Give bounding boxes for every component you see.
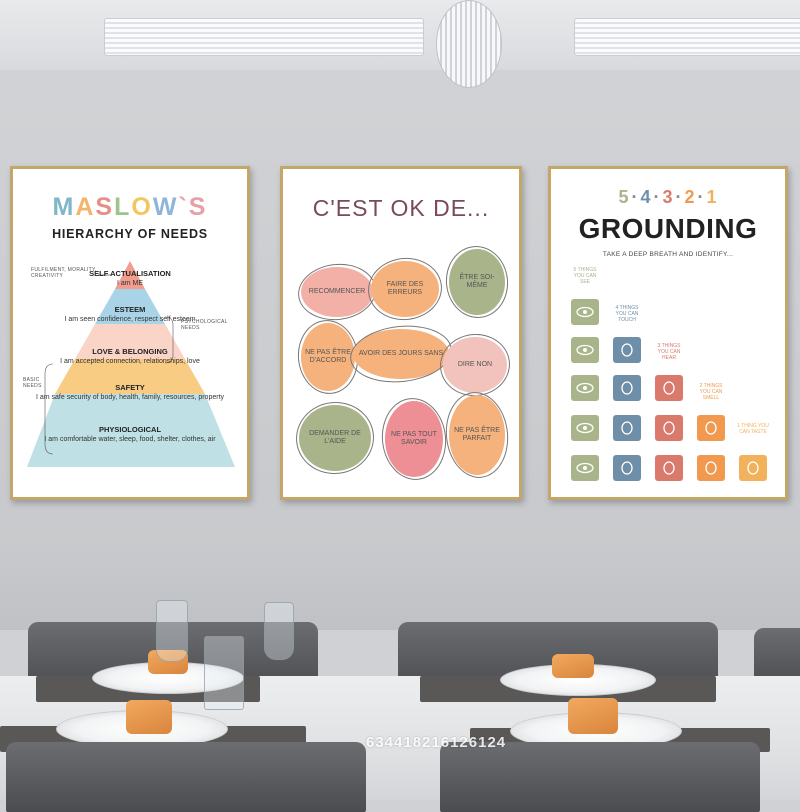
grounding-label: 4 THINGS YOU CAN TOUCH	[615, 305, 639, 323]
wine-glass	[264, 602, 294, 660]
grounding-label: 3 THINGS YOU CAN HEAR	[657, 343, 681, 361]
hand-icon	[613, 415, 641, 441]
blob-outline	[295, 260, 379, 324]
napkin	[568, 698, 618, 734]
grounding-number: 3	[662, 187, 674, 207]
blob-outline	[441, 388, 513, 482]
nose-icon	[697, 415, 725, 441]
grounding-number: 1	[706, 187, 718, 207]
note-fulfilment: FULFILMENT, MORALITY, CREATIVITY	[31, 267, 97, 279]
affirmation-blob: DEMANDER DE L'AIDE	[292, 398, 378, 478]
lower-wall	[0, 540, 800, 630]
wine-glass	[156, 600, 188, 662]
chair-front-right	[440, 742, 760, 812]
blob-outline	[442, 242, 512, 322]
hand-icon	[613, 375, 641, 401]
grounding-title: GROUNDING	[578, 213, 758, 244]
grounding-label: 1 THING YOU CAN TASTE	[737, 423, 769, 435]
tier-physiological: PHYSIOLOGICAL I am comfortable water, sle…	[44, 425, 216, 443]
maslow-poster-frame: MASLOW`S HIERARCHY OF NEEDS SELF ACTUALI…	[10, 166, 250, 500]
grounding-number: ·	[675, 187, 683, 207]
blob-outline	[292, 398, 378, 478]
affirmation-blob: NE PAS ÊTRE PARFAIT	[441, 388, 513, 482]
pendant-light-center	[436, 0, 502, 88]
affirmation-blob: FAIRE DES ERREURS	[364, 254, 446, 324]
ear-icon	[655, 415, 683, 441]
grounding-number: 4	[640, 187, 652, 207]
cest-ok-poster: C'EST OK DE... RECOMMENCER FAIRE DES ERRE…	[283, 169, 519, 497]
eye-icon	[571, 299, 599, 325]
cest-ok-poster-frame: C'EST OK DE... RECOMMENCER FAIRE DES ERRE…	[280, 166, 522, 500]
affirmation-blob: NE PAS ÊTRE D'ACCORD	[294, 317, 362, 397]
note-basic: BASIC NEEDS	[23, 377, 42, 389]
water-glass	[204, 636, 244, 710]
eye-icon	[571, 415, 599, 441]
grounding-label: 2 THINGS YOU CAN SMELL	[699, 383, 723, 401]
affirmation-blob: AVOIR DES JOURS SANS	[347, 320, 455, 388]
grounding-number: 2	[684, 187, 696, 207]
chair-front-left	[6, 742, 366, 812]
ear-icon	[655, 375, 683, 401]
grounding-subtitle: TAKE A DEEP BREATH AND IDENTIFY...	[602, 251, 734, 258]
affirmation-blob: RECOMMENCER	[295, 260, 379, 324]
grounding-number: ·	[631, 187, 639, 207]
pendant-light-left	[104, 18, 424, 56]
pendant-light-right	[574, 18, 800, 56]
grounding-number: ·	[697, 187, 705, 207]
grounding-number: ·	[653, 187, 661, 207]
grounding-poster: 5 · 4 · 3 · 2 · 1 GROUNDING TAKE A DEEP BREATH A…	[551, 169, 785, 497]
napkin	[126, 700, 172, 734]
blob-outline	[364, 254, 446, 324]
watermark-text: 634418216126124	[366, 734, 507, 751]
affirmation-blob: ÊTRE SOI-MÊME	[442, 242, 512, 322]
eye-icon	[571, 455, 599, 481]
napkin	[552, 654, 594, 678]
hand-icon	[613, 455, 641, 481]
grounding-poster-frame: 5 · 4 · 3 · 2 · 1 GROUNDING TAKE A DEEP BREATH A…	[548, 166, 788, 500]
ear-icon	[655, 455, 683, 481]
maslow-poster: MASLOW`S HIERARCHY OF NEEDS SELF ACTUALI…	[13, 169, 247, 497]
eye-icon	[571, 375, 599, 401]
blob-outline	[347, 320, 455, 388]
affirmation-blob: NE PAS TOUT SAVOIR	[377, 394, 451, 484]
note-psychological: PSYCHOLOGICAL NEEDS	[181, 319, 228, 331]
hand-icon	[613, 337, 641, 363]
affirmation-blob: DIRE NON	[436, 330, 514, 400]
cest-ok-title: C'EST OK DE...	[312, 195, 490, 221]
mouth-icon	[739, 455, 767, 481]
tier-love: LOVE & BELONGING I am accepted connection…	[60, 347, 200, 365]
eye-icon	[571, 337, 599, 363]
nose-icon	[697, 455, 725, 481]
grounding-number: 5	[618, 187, 630, 207]
maslow-pyramid	[27, 261, 235, 467]
blob-outline	[377, 394, 451, 484]
grounding-label: 5 THINGS YOU CAN SEE	[573, 267, 597, 285]
grounding-numbers: 5 · 4 · 3 · 2 · 1	[551, 187, 785, 208]
